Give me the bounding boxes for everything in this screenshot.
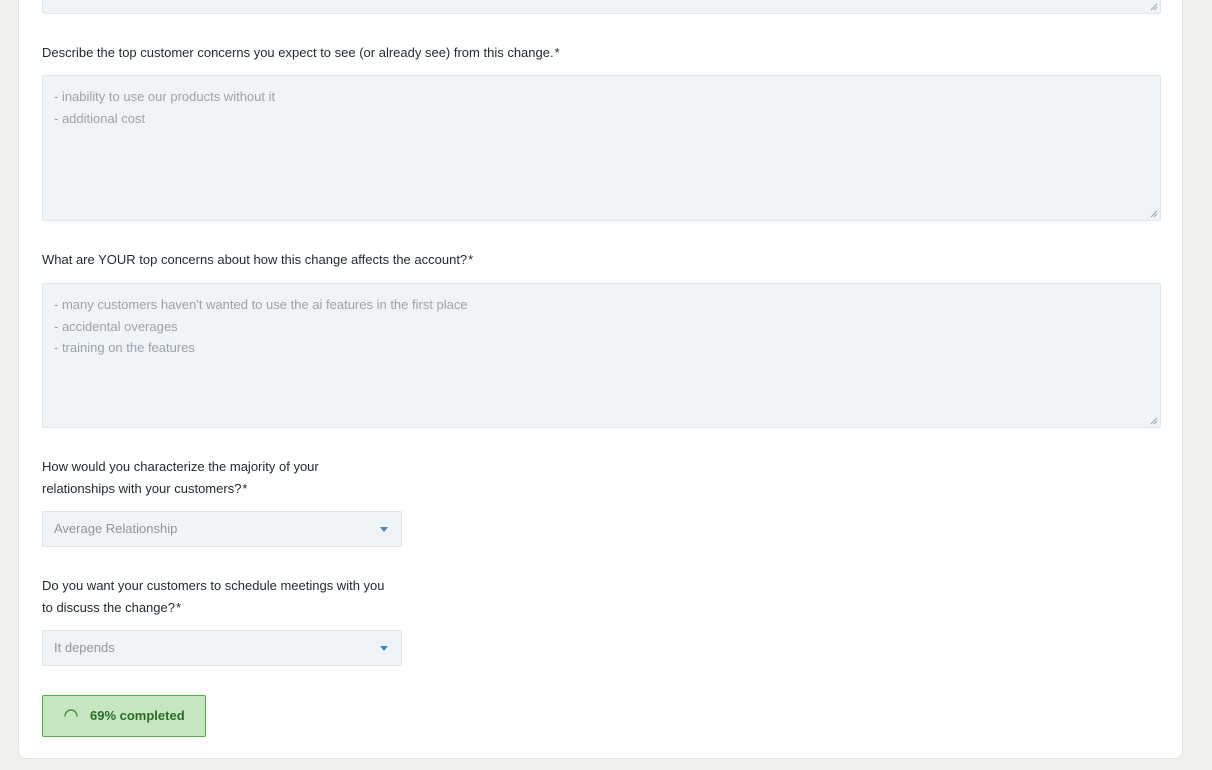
meetings-select[interactable]: It depends (42, 630, 402, 666)
required-mark: * (554, 45, 560, 60)
relationships-label-line1: How would you characterize the majority … (42, 459, 319, 474)
meetings-selected-value: It depends (54, 640, 115, 655)
customer-concerns-textarea[interactable]: - inability to use our products without … (42, 75, 1161, 221)
your-concerns-label-text: What are YOUR top concerns about how thi… (42, 252, 468, 267)
relationships-selected-value: Average Relationship (54, 521, 178, 536)
previous-answer-textarea[interactable] (42, 0, 1161, 14)
meetings-label-line2: to discuss the change? (42, 600, 175, 615)
relationships-label: How would you characterize the majority … (42, 456, 319, 500)
your-concerns-label: What are YOUR top concerns about how thi… (42, 249, 473, 271)
required-mark: * (175, 600, 182, 615)
resize-grip-icon[interactable] (1150, 210, 1158, 218)
required-mark: * (242, 481, 248, 496)
required-mark: * (468, 252, 474, 267)
resize-grip-icon[interactable] (1150, 417, 1158, 425)
progress-label: 69% completed (90, 708, 185, 723)
textarea-line: - inability to use our products without … (54, 89, 276, 104)
progress-status: 69% completed (42, 695, 206, 737)
spinner-icon (64, 709, 78, 717)
chevron-down-icon[interactable] (380, 646, 388, 651)
textarea-line: - accidental overages (54, 318, 178, 334)
textarea-line: - additional cost (54, 110, 146, 126)
chevron-down-icon[interactable] (380, 527, 388, 532)
relationships-label-line2: relationships with your customers? (42, 481, 242, 496)
meetings-label: Do you want your customers to schedule m… (42, 575, 385, 619)
meetings-label-line1: Do you want your customers to schedule m… (42, 578, 385, 593)
resize-grip-icon[interactable] (1150, 3, 1158, 11)
relationships-select[interactable]: Average Relationship (42, 511, 402, 547)
customer-concerns-label: Describe the top customer concerns you e… (42, 42, 560, 64)
customer-concerns-label-text: Describe the top customer concerns you e… (42, 45, 554, 60)
your-concerns-textarea[interactable]: - many customers haven't wanted to use t… (42, 283, 1161, 428)
textarea-line: - many customers haven't wanted to use t… (54, 297, 468, 312)
textarea-line: - training on the features (54, 340, 195, 355)
